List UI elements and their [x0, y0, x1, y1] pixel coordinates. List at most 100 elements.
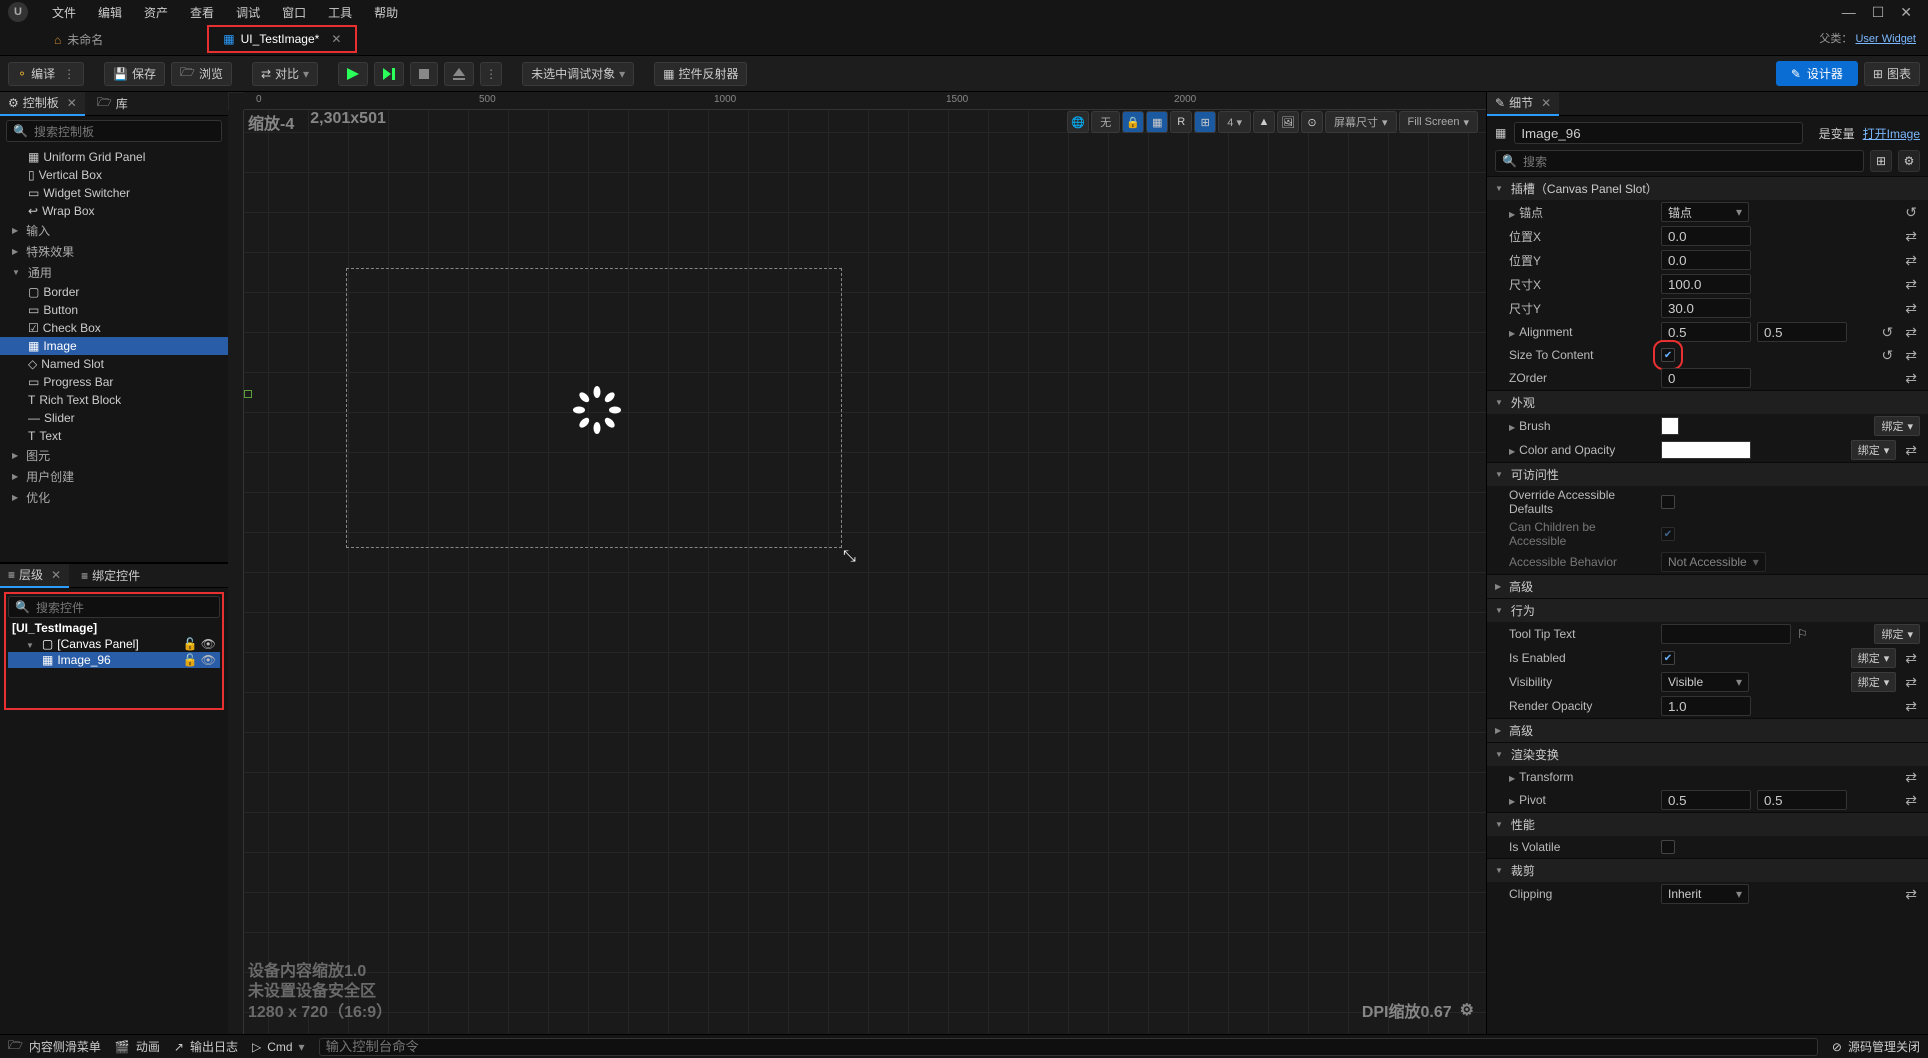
parent-class-link[interactable]: User Widget — [1855, 33, 1916, 45]
menu-window[interactable]: 窗口 — [272, 4, 316, 21]
debug-target-dropdown[interactable]: 未选中调试对象▾ — [522, 62, 634, 86]
zorder-input[interactable] — [1661, 368, 1751, 388]
reset-icon[interactable]: ⇄ — [1902, 886, 1920, 903]
reset-icon[interactable]: ⇄ — [1902, 698, 1920, 715]
palette-item[interactable]: ▦Uniform Grid Panel — [0, 148, 228, 166]
lock-icon[interactable]: 🔓 — [183, 653, 198, 667]
compile-button[interactable]: ⚬编译⋮ — [8, 62, 84, 86]
section-behavior[interactable]: 行为 — [1487, 598, 1928, 622]
library-tab[interactable]: 🗁库 — [89, 92, 136, 116]
designer-mode-button[interactable]: ✎设计器 — [1776, 61, 1858, 86]
menu-view[interactable]: 查看 — [180, 4, 224, 21]
align-x-input[interactable] — [1661, 322, 1751, 342]
details-search[interactable]: 🔍搜索 — [1495, 150, 1864, 172]
color-swatch[interactable] — [1661, 441, 1751, 459]
play-options-button[interactable]: ⋮ — [480, 62, 502, 86]
browse-button[interactable]: 🗁浏览 — [171, 62, 232, 86]
content-drawer-button[interactable]: 🗁内容侧滑菜单 — [8, 1036, 101, 1057]
menu-asset[interactable]: 资产 — [134, 4, 178, 21]
eye-icon[interactable]: 👁 — [201, 653, 216, 667]
layout-icon[interactable]: ▦ — [1146, 111, 1168, 133]
sizex-input[interactable] — [1661, 274, 1751, 294]
eye-icon[interactable]: 👁 — [201, 637, 216, 651]
palette-item[interactable]: ▯Vertical Box — [0, 166, 228, 184]
anchor-dropdown[interactable]: 锚点▾ — [1661, 202, 1749, 222]
palette-item[interactable]: TText — [0, 427, 228, 445]
bind-button[interactable]: 绑定▾ — [1874, 416, 1920, 436]
clipping-dropdown[interactable]: Inherit▾ — [1661, 884, 1749, 904]
section-clipping[interactable]: 裁剪 — [1487, 858, 1928, 882]
section-appearance[interactable]: 外观 — [1487, 390, 1928, 414]
fill-screen-dd[interactable]: Fill Screen▾ — [1399, 111, 1479, 133]
bind-button[interactable]: 绑定▾ — [1874, 624, 1920, 644]
menu-debug[interactable]: 调试 — [226, 4, 270, 21]
hierarchy-search[interactable]: 🔍搜索控件 — [8, 596, 220, 618]
grid-snap[interactable]: 4 ▾ — [1218, 111, 1251, 133]
palette-tab[interactable]: ⚙控制板✕ — [0, 92, 85, 116]
enabled-checkbox[interactable] — [1661, 651, 1675, 665]
section-advanced2[interactable]: 高级 — [1487, 718, 1928, 742]
pivot-x-input[interactable] — [1661, 790, 1751, 810]
align-y-input[interactable] — [1757, 322, 1847, 342]
play-button[interactable] — [338, 62, 368, 86]
palette-search[interactable]: 🔍搜索控制板 — [6, 120, 222, 142]
zoom-icon[interactable]: ⊙ — [1301, 111, 1323, 133]
reset-icon[interactable]: ↺ — [1879, 347, 1897, 364]
window-close-icon[interactable]: ✕ — [1900, 4, 1912, 21]
section-slot[interactable]: 插槽（Canvas Panel Slot） — [1487, 176, 1928, 200]
brush-swatch[interactable] — [1661, 417, 1679, 435]
outline-icon[interactable]: ▲ — [1253, 111, 1275, 133]
bind-tab[interactable]: ≡绑定控件 — [73, 564, 148, 588]
throbber-widget[interactable] — [573, 386, 621, 434]
reset-icon[interactable]: ↺ — [1902, 204, 1920, 221]
lock-icon[interactable]: 🔒 — [1122, 111, 1144, 133]
close-icon[interactable]: ✕ — [67, 96, 77, 110]
tab-home[interactable]: ⌂ 未命名 — [40, 27, 117, 55]
palette-item[interactable]: ▭Button — [0, 301, 228, 319]
bind-button[interactable]: 绑定▾ — [1851, 440, 1897, 460]
reset-icon[interactable]: ⇄ — [1902, 276, 1920, 293]
reset-icon[interactable]: ⇄ — [1902, 792, 1920, 809]
reset-icon[interactable]: ⇄ — [1902, 252, 1920, 269]
reset-icon[interactable]: ⇄ — [1902, 324, 1920, 341]
hierarchy-root[interactable]: [UI_TestImage] — [8, 620, 220, 636]
diff-button[interactable]: ⇄对比▾ — [252, 62, 318, 86]
hierarchy-canvas[interactable]: ▢[Canvas Panel] 🔓👁 — [8, 636, 220, 652]
palette-item[interactable]: TRich Text Block — [0, 391, 228, 409]
reset-icon[interactable]: ⇄ — [1902, 650, 1920, 667]
palette-category[interactable]: 用户创建 — [0, 466, 228, 487]
size-to-content-checkbox[interactable] — [1661, 348, 1675, 362]
palette-item[interactable]: ↩Wrap Box — [0, 202, 228, 220]
window-minimize-icon[interactable]: — — [1842, 4, 1856, 21]
animation-button[interactable]: 🎬动画 — [115, 1038, 160, 1055]
tab-close-icon[interactable]: ✕ — [331, 32, 341, 46]
menu-edit[interactable]: 编辑 — [88, 4, 132, 21]
respect-icon[interactable]: R — [1170, 111, 1192, 133]
bind-button[interactable]: 绑定▾ — [1851, 672, 1897, 692]
graph-mode-button[interactable]: ⊞图表 — [1864, 62, 1920, 86]
palette-category[interactable]: 图元 — [0, 445, 228, 466]
globe-icon[interactable]: 🌐 — [1067, 111, 1089, 133]
lock-icon[interactable]: 🔓 — [183, 637, 198, 651]
palette-item[interactable]: —Slider — [0, 409, 228, 427]
image-icon[interactable]: 🖼 — [1277, 111, 1299, 133]
settings-icon[interactable]: ⚙ — [1898, 150, 1920, 172]
save-button[interactable]: 💾保存 — [104, 62, 165, 86]
posx-input[interactable] — [1661, 226, 1751, 246]
reset-icon[interactable]: ⇄ — [1902, 769, 1920, 786]
menu-help[interactable]: 帮助 — [364, 4, 408, 21]
menu-tools[interactable]: 工具 — [318, 4, 362, 21]
palette-category[interactable]: 优化 — [0, 487, 228, 508]
palette-category[interactable]: 通用 — [0, 262, 228, 283]
grid-icon[interactable]: ⊞ — [1194, 111, 1216, 133]
tooltip-input[interactable] — [1661, 624, 1791, 644]
close-icon[interactable]: ✕ — [51, 568, 61, 582]
reset-icon[interactable]: ⇄ — [1902, 228, 1920, 245]
details-tab[interactable]: ✎细节✕ — [1487, 92, 1559, 116]
section-render-transform[interactable]: 渲染变换 — [1487, 742, 1928, 766]
menu-file[interactable]: 文件 — [42, 4, 86, 21]
screen-size-dd[interactable]: 屏幕尺寸▾ — [1325, 111, 1397, 133]
filter-icon[interactable]: ⊞ — [1870, 150, 1892, 172]
reset-icon[interactable]: ⇄ — [1902, 370, 1920, 387]
gear-icon[interactable]: ⚙ — [1460, 1000, 1474, 1020]
